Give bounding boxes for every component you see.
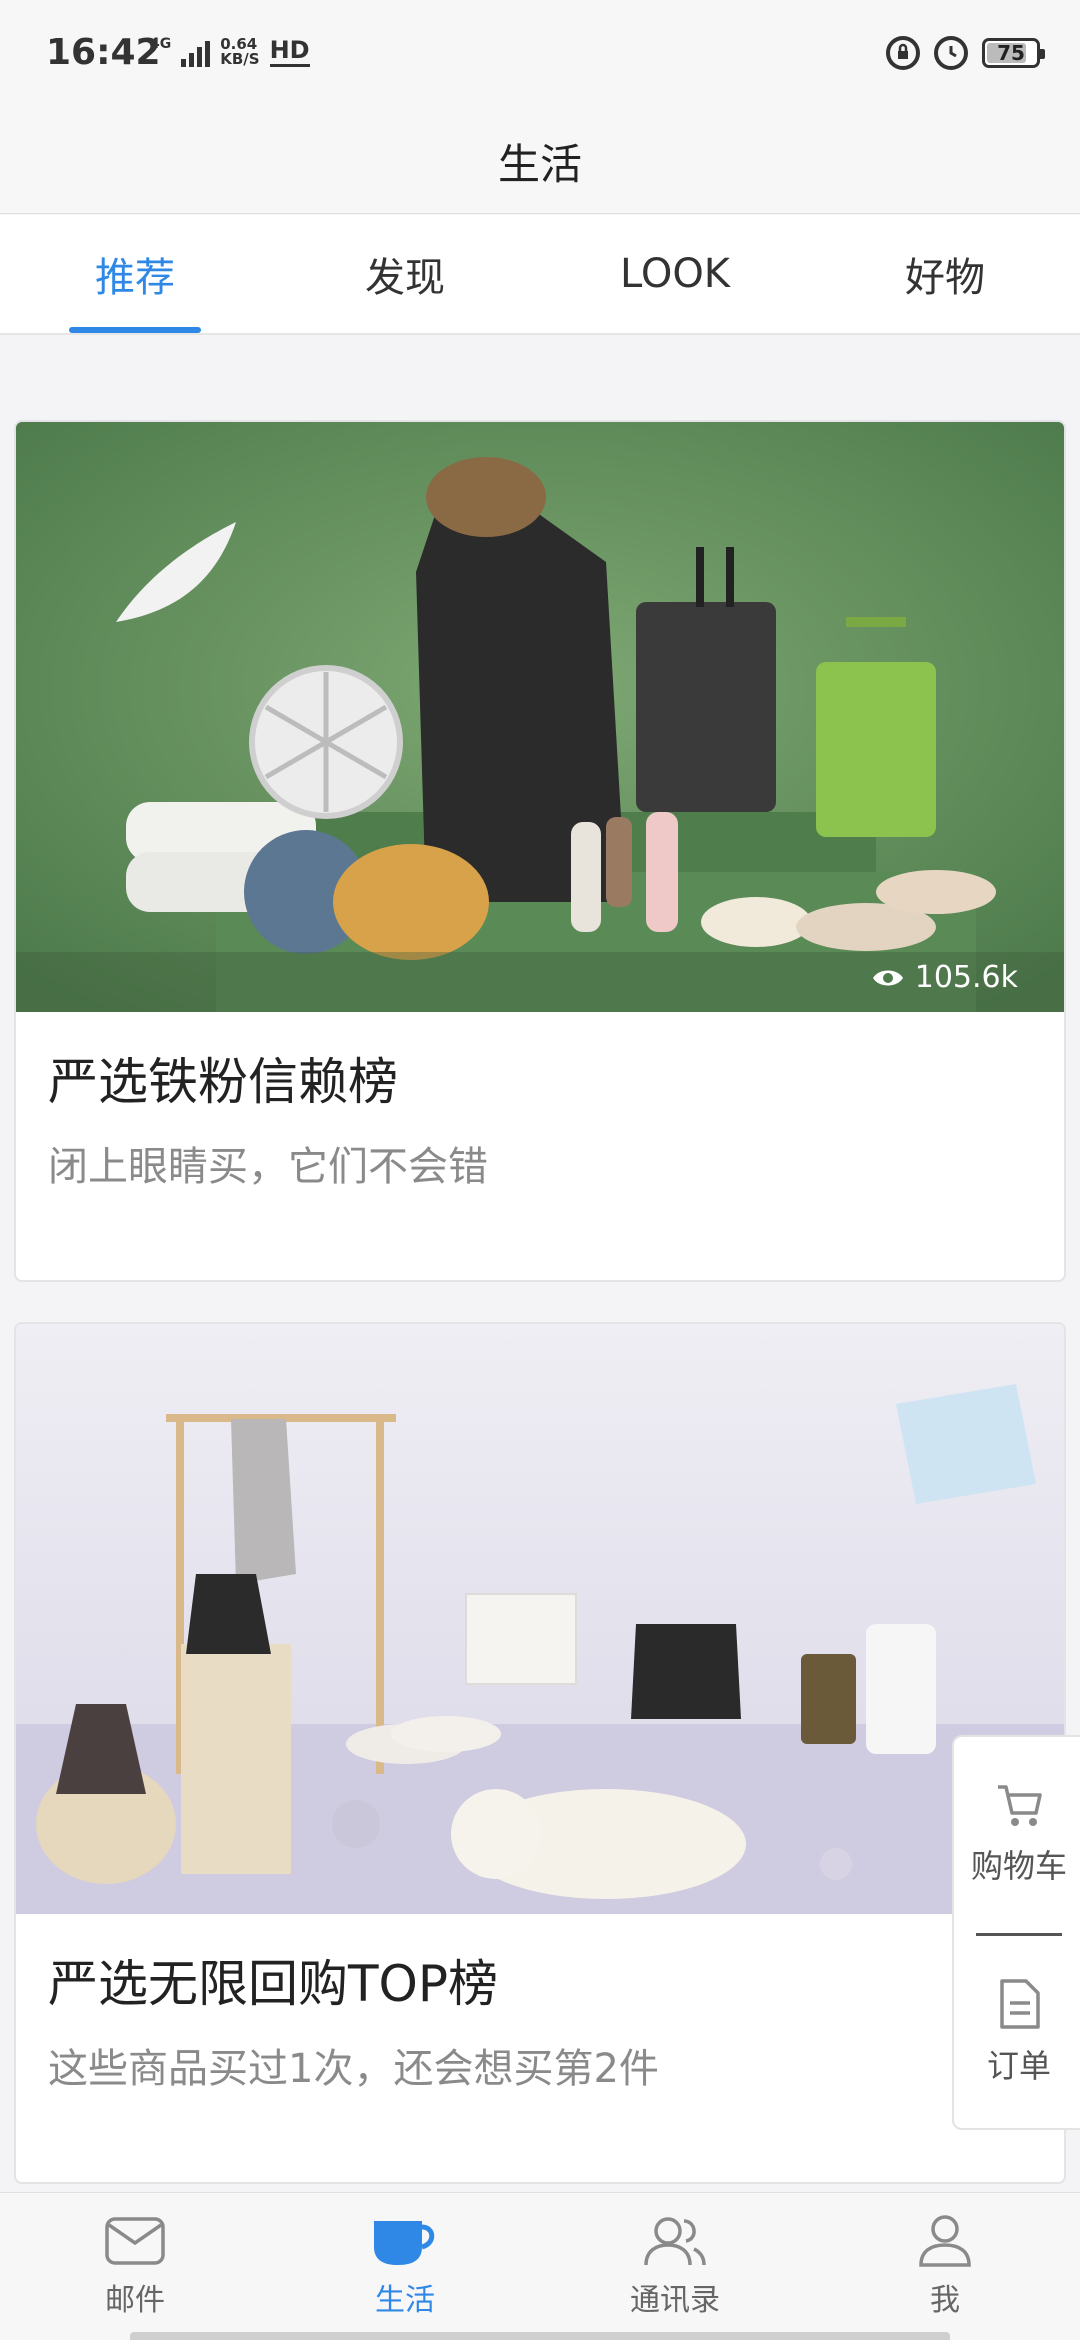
status-right: 75 [886, 36, 1045, 70]
eye-icon [872, 970, 903, 985]
hd-icon: HD [269, 36, 310, 67]
battery-icon: 75 [982, 38, 1045, 68]
battery-level: 75 [997, 41, 1025, 65]
network-type: 4G [150, 36, 172, 52]
card-2-subtitle: 这些商品买过1次，还会想买第2件 [48, 2046, 659, 2092]
profile-icon [919, 2215, 971, 2267]
view-count-value: 105.6k [914, 960, 1018, 995]
card-1-subtitle: 闭上眼睛买，它们不会错 [48, 1144, 488, 1190]
nav-life-label: 生活 [375, 2283, 435, 2318]
tab-bar: 推荐 发现 LOOK 好物 [0, 215, 1080, 335]
nav-me-label: 我 [930, 2283, 960, 2318]
view-count: 105.6k [871, 960, 1018, 995]
nav-contacts[interactable]: 通讯录 [540, 2193, 810, 2340]
nav-mail-label: 邮件 [105, 2283, 165, 2318]
page-title: 生活 [497, 140, 582, 189]
feed-card-2[interactable]: 1 严选无限回购TOP榜 这些商品买过1次，还会想买第2件 [14, 1322, 1066, 2184]
bottom-nav: 邮件 生活 通讯录 我 [0, 2192, 1080, 2340]
floating-shortcut-panel: 购物车 订单 [952, 1735, 1080, 2130]
app-header: 生活 [0, 110, 1080, 214]
speed-unit: KB/S [220, 49, 260, 68]
contacts-icon [644, 2217, 706, 2266]
order-document-icon [1000, 1979, 1040, 2029]
tab-recommend[interactable]: 推荐 [0, 215, 270, 333]
nav-mail[interactable]: 邮件 [0, 2193, 270, 2340]
tab-goods[interactable]: 好物 [810, 215, 1080, 333]
cart-label: 购物车 [970, 1847, 1067, 1885]
nav-life[interactable]: 生活 [270, 2193, 540, 2340]
card-2-title: 严选无限回购TOP榜 [48, 1955, 499, 2013]
status-bar: 16:42 4G 0.64 KB/S HD 75 [0, 0, 1080, 110]
mail-icon [105, 2217, 165, 2265]
network-speed: 0.64 KB/S [220, 36, 260, 68]
card-1-title: 严选铁粉信赖榜 [48, 1053, 398, 1111]
status-time: 16:42 [46, 32, 161, 73]
feed-card-1[interactable]: 105.6k 严选铁粉信赖榜 闭上眼睛买，它们不会错 [14, 420, 1066, 1282]
rotation-lock-icon [886, 36, 920, 70]
signal-icon [181, 37, 211, 67]
panel-divider [976, 1933, 1062, 1936]
tab-look[interactable]: LOOK [540, 215, 810, 333]
orders-label: 订单 [986, 2047, 1051, 2085]
orders-shortcut[interactable]: 订单 [954, 1977, 1080, 2087]
card-2-image [16, 1324, 1064, 1914]
tab-discover[interactable]: 发现 [270, 215, 540, 333]
card-1-image [16, 422, 1064, 1012]
alarm-icon [934, 36, 968, 70]
home-indicator[interactable] [130, 2332, 950, 2340]
cart-shortcut[interactable]: 购物车 [954, 1777, 1080, 1887]
cart-icon [998, 1785, 1042, 1826]
nav-me[interactable]: 我 [810, 2193, 1080, 2340]
network-status: 4G 0.64 KB/S HD [150, 36, 310, 67]
cup-icon [374, 2221, 435, 2265]
nav-contacts-label: 通讯录 [630, 2283, 720, 2318]
